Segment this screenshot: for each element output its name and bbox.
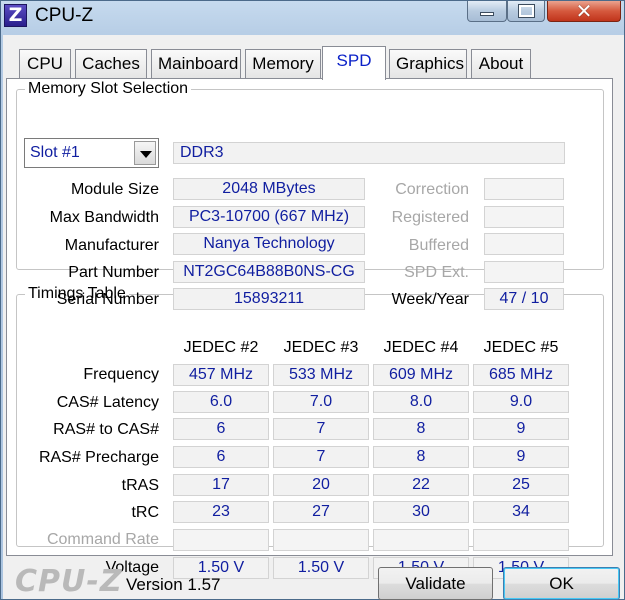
slot-select-value: Slot #1 xyxy=(30,144,80,161)
maximize-button[interactable] xyxy=(507,1,545,22)
memory-type-value: DDR3 xyxy=(173,142,565,164)
timing-cell: 609 MHz xyxy=(373,364,469,386)
timing-cell: 685 MHz xyxy=(473,364,569,386)
module-size-value: 2048 MBytes xyxy=(173,178,365,200)
window-title: CPU-Z xyxy=(35,5,94,26)
buffered-label: Buffered xyxy=(408,237,469,254)
ok-button[interactable]: OK xyxy=(503,567,620,600)
cpuz-app-icon: Z xyxy=(4,4,27,27)
cpuz-brand-logo: CPU-Z xyxy=(15,564,123,599)
slot-select-dropdown-button[interactable] xyxy=(134,141,156,165)
module-size-label: Module Size xyxy=(70,181,159,198)
timing-cell: 17 xyxy=(173,474,269,496)
tab-memory[interactable]: Memory xyxy=(245,49,321,79)
registered-value xyxy=(484,206,564,228)
tab-about[interactable]: About xyxy=(471,49,531,79)
correction-label: Correction xyxy=(395,181,469,198)
timing-cell xyxy=(473,529,569,551)
week-year-label: Week/Year xyxy=(391,291,469,308)
timing-cell xyxy=(273,529,369,551)
timing-cell: 6.0 xyxy=(173,391,269,413)
timing-cell: 9 xyxy=(473,446,569,468)
part-number-label: Part Number xyxy=(68,264,159,281)
correction-value xyxy=(484,178,564,200)
tab-caches[interactable]: Caches xyxy=(75,49,147,79)
timing-cell: 6 xyxy=(173,418,269,440)
timing-cell: 6 xyxy=(173,446,269,468)
timing-cell: 7.0 xyxy=(273,391,369,413)
spd-ext-label: SPD Ext. xyxy=(404,264,469,281)
trc-label: tRC xyxy=(131,504,159,521)
timing-cell: 457 MHz xyxy=(173,364,269,386)
part-number-value: NT2GC64B88B0NS-CG xyxy=(173,261,365,283)
timings-column-header: JEDEC #3 xyxy=(283,339,359,356)
cpuz-window: Z CPU-Z ✕ CPU Caches Mainboard Memory SP… xyxy=(0,0,625,600)
timing-cell: 22 xyxy=(373,474,469,496)
version-label: Version 1.57 xyxy=(126,575,221,594)
timing-cell: 20 xyxy=(273,474,369,496)
timing-cell xyxy=(173,529,269,551)
tras-label: tRAS xyxy=(121,477,159,494)
timing-cell: 8 xyxy=(373,418,469,440)
timings-column-header: JEDEC #4 xyxy=(383,339,459,356)
timings-column-header: JEDEC #5 xyxy=(483,339,559,356)
timing-cell: 8.0 xyxy=(373,391,469,413)
memory-slot-selection-legend: Memory Slot Selection xyxy=(28,80,189,97)
validate-button[interactable]: Validate xyxy=(378,567,493,600)
timing-cell: 533 MHz xyxy=(273,364,369,386)
manufacturer-value: Nanya Technology xyxy=(173,233,365,255)
week-year-value: 47 / 10 xyxy=(484,288,564,310)
timings-column-header: JEDEC #2 xyxy=(183,339,259,356)
spd-ext-value xyxy=(484,261,564,283)
timing-cell: 23 xyxy=(173,501,269,523)
close-icon: ✕ xyxy=(575,1,593,23)
serial-number-value: 15893211 xyxy=(173,288,365,310)
title-bar[interactable]: Z CPU-Z ✕ xyxy=(1,1,625,35)
frequency-label: Frequency xyxy=(83,366,159,383)
timing-cell: 1.50 V xyxy=(273,557,369,579)
ras-precharge-label: RAS# Precharge xyxy=(38,449,159,466)
serial-number-label: Serial Number xyxy=(56,291,159,308)
timing-cell: 7 xyxy=(273,446,369,468)
max-bandwidth-value: PC3-10700 (667 MHz) xyxy=(173,206,365,228)
buffered-value xyxy=(484,233,564,255)
cas-latency-label: CAS# Latency xyxy=(56,394,159,411)
minimize-icon xyxy=(480,12,494,16)
timing-cell: 25 xyxy=(473,474,569,496)
timing-cell: 34 xyxy=(473,501,569,523)
tab-spd[interactable]: SPD xyxy=(322,46,386,80)
timing-cell: 9 xyxy=(473,418,569,440)
timing-cell: 8 xyxy=(373,446,469,468)
timing-cell: 9.0 xyxy=(473,391,569,413)
chevron-down-icon xyxy=(140,151,152,158)
close-button[interactable]: ✕ xyxy=(547,1,621,23)
client-area: CPU Caches Mainboard Memory SPD Graphics… xyxy=(3,35,624,600)
tab-cpu[interactable]: CPU xyxy=(19,49,71,79)
timing-cell: 7 xyxy=(273,418,369,440)
tab-graphics[interactable]: Graphics xyxy=(389,49,467,79)
slot-select[interactable]: Slot #1 xyxy=(24,138,159,168)
manufacturer-label: Manufacturer xyxy=(64,237,159,254)
registered-label: Registered xyxy=(391,209,469,226)
tab-mainboard[interactable]: Mainboard xyxy=(151,49,241,79)
command-rate-label: Command Rate xyxy=(46,531,159,548)
max-bandwidth-label: Max Bandwidth xyxy=(49,209,159,226)
timing-cell: 27 xyxy=(273,501,369,523)
minimize-button[interactable] xyxy=(467,1,507,22)
timing-cell xyxy=(373,529,469,551)
timing-cell: 30 xyxy=(373,501,469,523)
ras-to-cas-label: RAS# to CAS# xyxy=(53,421,159,438)
maximize-icon xyxy=(518,4,535,18)
